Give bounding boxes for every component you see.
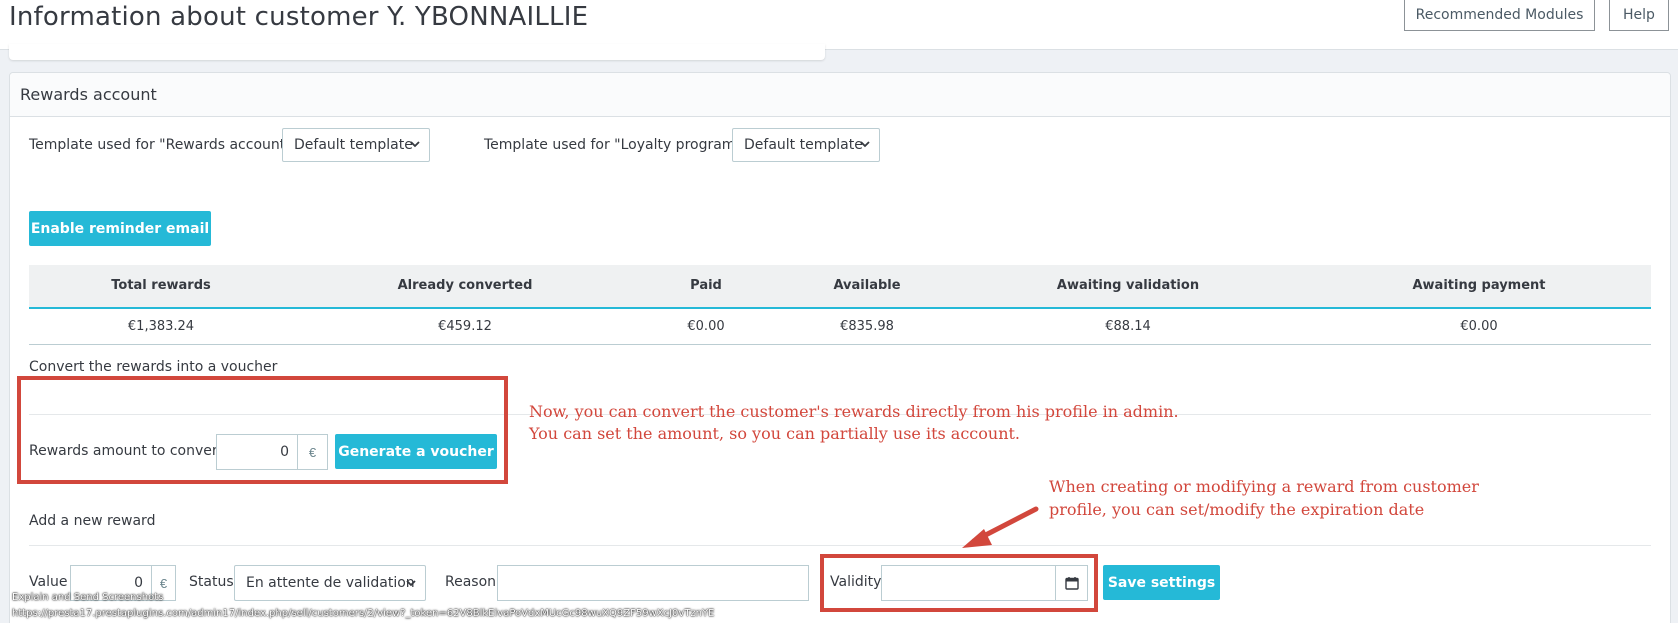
recommended-modules-button[interactable]: Recommended Modules — [1404, 0, 1595, 31]
screenshot-tool-label: Explain and Send Screenshots — [12, 592, 164, 603]
convert-annotation-line2: You can set the amount, so you can parti… — [529, 424, 1021, 443]
previous-card-edge — [9, 44, 825, 60]
cell-awaiting-validation: €88.14 — [1105, 319, 1151, 334]
save-settings-button[interactable]: Save settings — [1103, 565, 1220, 600]
annotation-arrow-icon — [962, 506, 1039, 548]
cell-paid: €0.00 — [687, 319, 725, 334]
cell-total-rewards: €1,383.24 — [127, 319, 195, 334]
col-total-rewards: Total rewards — [111, 278, 211, 293]
validity-highlight-box — [820, 554, 1098, 612]
help-button[interactable]: Help — [1609, 0, 1669, 31]
template-rewards-select[interactable]: Default template — [282, 128, 430, 162]
reason-label: Reason — [445, 574, 497, 590]
reason-input[interactable] — [497, 565, 809, 601]
col-available: Available — [833, 278, 901, 293]
template-loyalty-value: Default template — [744, 137, 863, 153]
enable-reminder-email-button[interactable]: Enable reminder email — [29, 211, 211, 246]
cell-awaiting-payment: €0.00 — [1460, 319, 1498, 334]
rewards-table-header: Total rewards Already converted Paid Ava… — [29, 265, 1651, 309]
template-rewards-label: Template used for "Rewards account" — [29, 137, 292, 153]
validity-annotation-line2: profile, you can set/modify the expirati… — [1049, 500, 1425, 519]
convert-highlight-box — [17, 376, 508, 484]
rewards-account-card: Rewards account Template used for "Rewar… — [9, 72, 1671, 623]
cell-already-converted: €459.12 — [438, 319, 492, 334]
page-header: Information about customer Y. YBONNAILLI… — [0, 0, 1678, 50]
chevron-down-icon — [410, 141, 420, 148]
card-title: Rewards account — [20, 85, 157, 104]
add-reward-title: Add a new reward — [29, 513, 156, 529]
col-awaiting-payment: Awaiting payment — [1412, 278, 1546, 293]
template-rewards-value: Default template — [294, 137, 413, 153]
reward-status-select[interactable]: En attente de validation — [234, 565, 426, 601]
convert-section-title: Convert the rewards into a voucher — [29, 359, 278, 375]
col-awaiting-validation: Awaiting validation — [1056, 278, 1200, 293]
divider — [29, 545, 1651, 546]
status-bar-url: https://presta17.prestaplugins.com/admin… — [12, 608, 715, 619]
table-row: €1,383.24 €459.12 €0.00 €835.98 €88.14 €… — [29, 309, 1651, 345]
reward-status-value: En attente de validation — [246, 575, 415, 591]
col-paid: Paid — [690, 278, 722, 293]
col-already-converted: Already converted — [397, 278, 533, 293]
chevron-down-icon — [406, 580, 416, 587]
value-label: Value — [29, 574, 68, 590]
card-header: Rewards account — [10, 73, 1670, 117]
status-label: Status — [189, 574, 234, 590]
template-loyalty-label: Template used for "Loyalty program" — [484, 137, 742, 153]
template-loyalty-select[interactable]: Default template — [732, 128, 880, 162]
page-title: Information about customer Y. YBONNAILLI… — [9, 2, 589, 32]
chevron-down-icon — [860, 141, 870, 148]
convert-annotation-line1: Now, you can convert the customer's rewa… — [529, 402, 1179, 421]
cell-available: €835.98 — [840, 319, 894, 334]
validity-annotation-line1: When creating or modifying a reward from… — [1049, 477, 1479, 496]
